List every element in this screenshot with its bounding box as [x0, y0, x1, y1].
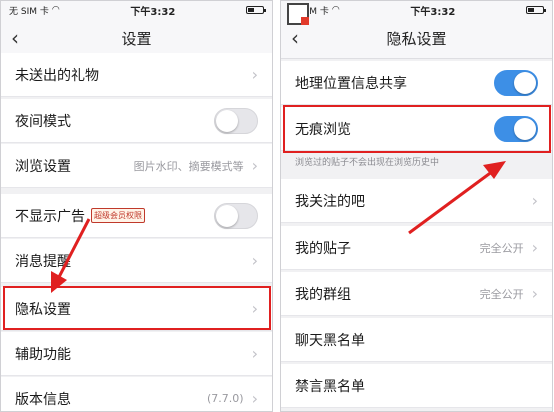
arrow-icon [408, 161, 506, 235]
right-screen: 无 SIM 卡 ◠ 下午3:32 ‹ 隐私设置 地理位置信息共享 无痕浏览 浏览… [280, 0, 553, 412]
arrow-icon [51, 218, 91, 293]
left-screen: 无 SIM 卡 ◠ 下午3:32 ‹ 设置 未送出的礼物 › 夜间模式 浏览设置… [0, 0, 273, 412]
